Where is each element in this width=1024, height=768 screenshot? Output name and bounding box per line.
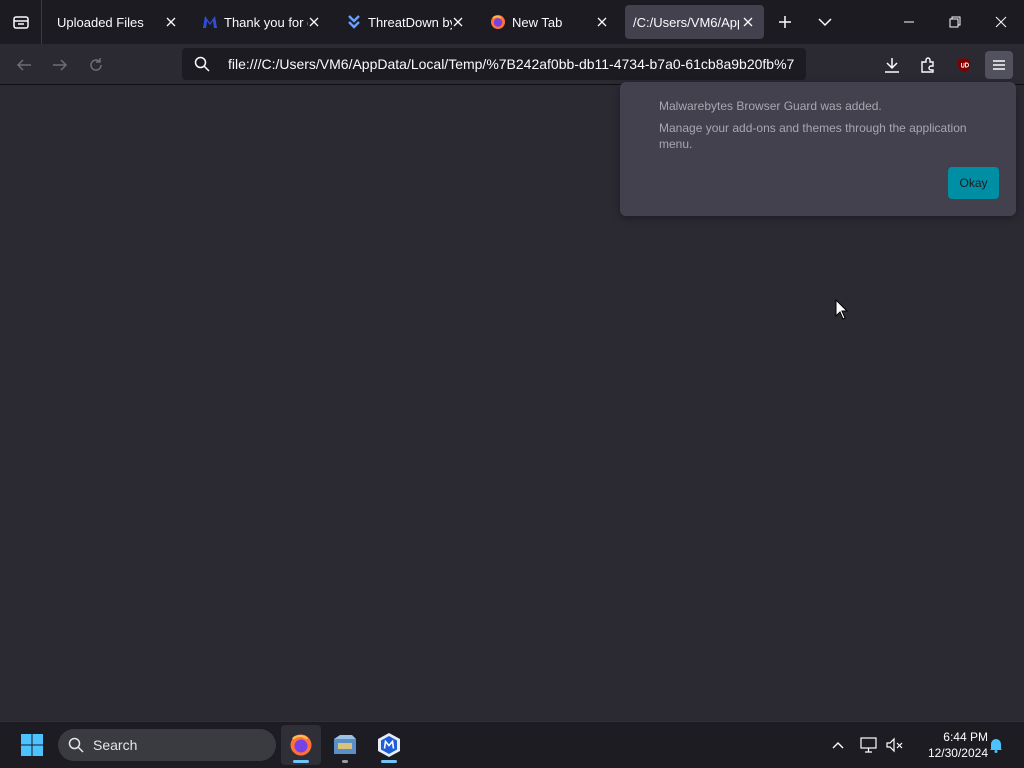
tab-close-icon[interactable] (594, 14, 610, 30)
minimize-icon (904, 21, 914, 23)
list-all-tabs-button[interactable] (802, 0, 848, 44)
search-icon (194, 56, 210, 77)
tab-title: New Tab (512, 14, 563, 30)
plus-icon (779, 16, 791, 28)
mouse-cursor (835, 298, 849, 326)
hamburger-menu-icon (993, 60, 1005, 70)
download-icon (885, 58, 899, 73)
tab-title: /C:/Users/VM6/App (633, 14, 739, 30)
search-label: Search (93, 737, 138, 753)
firefox-view-icon (12, 16, 29, 29)
running-indicator (342, 760, 348, 763)
tab-title: ThreatDown by (368, 14, 452, 30)
tab-uploaded-files[interactable]: Uploaded Files (47, 5, 187, 39)
tab-local-file[interactable]: /C:/Users/VM6/App (625, 5, 764, 39)
tab-thank-you[interactable]: Thank you for d (192, 5, 330, 39)
firefox-view-button[interactable] (0, 0, 42, 44)
okay-button[interactable]: Okay (948, 167, 999, 199)
close-icon (995, 16, 1007, 28)
app-menu-button[interactable] (985, 51, 1013, 79)
tab-new-tab[interactable]: New Tab (480, 5, 618, 39)
back-arrow-icon (16, 59, 31, 71)
addon-manage-hint: Manage your add-ons and themes through t… (659, 121, 967, 151)
url-bar[interactable]: file:///C:/Users/VM6/AppData/Local/Temp/… (182, 48, 806, 80)
clock-date: 12/30/2024 (927, 746, 988, 760)
tab-close-icon[interactable] (306, 14, 322, 30)
tab-close-icon[interactable] (163, 14, 179, 30)
restore-icon (949, 16, 961, 28)
network-button[interactable] (858, 734, 880, 756)
notifications-button[interactable] (985, 734, 1007, 756)
restore-button[interactable] (932, 0, 978, 44)
ublock-icon (958, 58, 970, 72)
windows-taskbar: Search 6:44 PM 12/30/2024 (0, 721, 1024, 768)
windows-logo-icon (21, 734, 43, 756)
chevron-up-icon (832, 742, 844, 749)
reload-icon (90, 58, 102, 71)
firefox-icon (490, 14, 506, 30)
taskbar-app-installer[interactable] (325, 725, 365, 765)
volume-button[interactable] (884, 734, 906, 756)
network-icon (860, 737, 877, 753)
tab-threatdown[interactable]: ThreatDown by (336, 5, 474, 39)
malwarebytes-installer-icon (378, 733, 400, 757)
bell-icon (990, 739, 1002, 753)
url-text[interactable]: file:///C:/Users/VM6/AppData/Local/Temp/… (228, 56, 794, 72)
addon-added-message: Malwarebytes Browser Guard was added. (659, 99, 882, 113)
ublock-origin-button[interactable] (950, 51, 978, 79)
tab-title: Uploaded Files (57, 14, 144, 30)
taskbar-firefox[interactable] (281, 725, 321, 765)
extensions-button[interactable] (914, 51, 942, 79)
close-window-button[interactable] (978, 0, 1024, 44)
firefox-icon (290, 734, 312, 756)
search-icon (68, 737, 84, 758)
show-hidden-icons-button[interactable] (827, 734, 849, 756)
forward-button[interactable] (47, 52, 73, 78)
puzzle-icon (921, 57, 934, 73)
back-button[interactable] (11, 52, 37, 78)
threatdown-icon (346, 14, 362, 30)
taskbar-malwarebytes[interactable] (369, 725, 409, 765)
downloads-button[interactable] (878, 51, 906, 79)
tab-close-icon[interactable] (450, 14, 466, 30)
installer-icon (334, 735, 356, 754)
navigation-toolbar: file:///C:/Users/VM6/AppData/Local/Temp/… (0, 44, 1024, 85)
addon-installed-popup: Malwarebytes Browser Guard was added. Ma… (620, 82, 1016, 216)
clock-time: 6:44 PM (943, 730, 988, 744)
tab-title: Thank you for d (224, 14, 308, 30)
forward-arrow-icon (53, 59, 68, 71)
reload-button[interactable] (83, 52, 109, 78)
taskbar-search-box[interactable]: Search (58, 729, 276, 761)
taskbar-clock[interactable]: 6:44 PM 12/30/2024 (912, 729, 988, 761)
chevron-down-icon (818, 18, 832, 27)
minimize-button[interactable] (886, 0, 932, 44)
tab-close-icon[interactable] (740, 14, 756, 30)
volume-muted-icon (886, 737, 903, 753)
running-indicator (381, 760, 397, 763)
start-button[interactable] (12, 725, 52, 765)
tab-bar: Uploaded Files Thank you for d ThreatDow… (0, 0, 1024, 44)
malwarebytes-icon (202, 14, 218, 30)
running-indicator (293, 760, 309, 763)
